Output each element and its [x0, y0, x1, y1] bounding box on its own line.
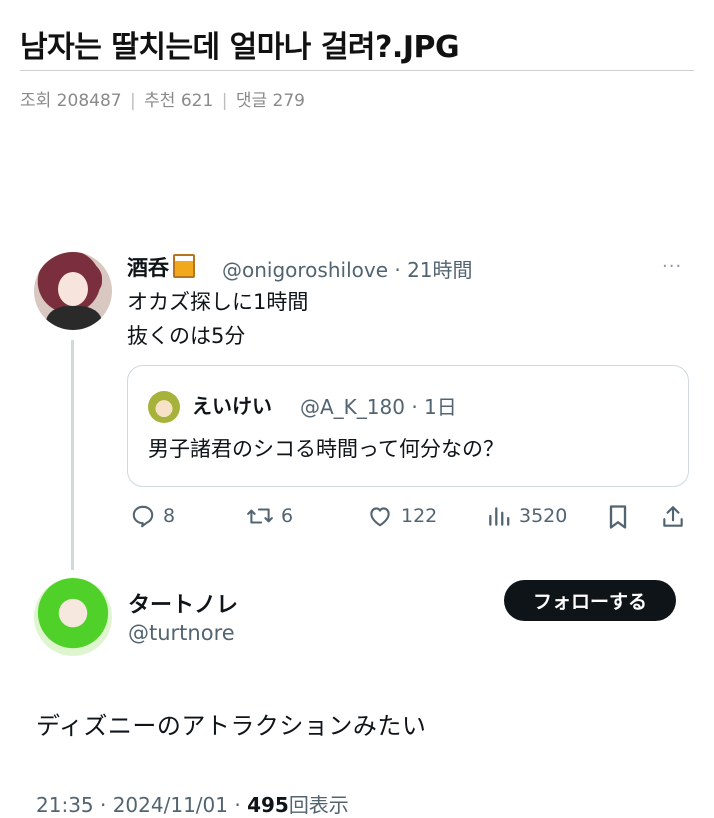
- recommend-count: 추천 621: [144, 91, 214, 111]
- share-icon: [663, 506, 683, 527]
- retweet-count: 6: [281, 505, 294, 527]
- author-name-text: 酒呑: [127, 256, 169, 280]
- tweet-text-line: 抜くのは5分: [127, 324, 246, 348]
- bookmark-button[interactable]: [606, 503, 630, 531]
- reply-count: 8: [163, 505, 176, 527]
- views-button[interactable]: 3520: [486, 503, 567, 529]
- meta-separator: |: [130, 91, 136, 111]
- reply-text: ディズニーのアトラクションみたい: [36, 712, 427, 740]
- timestamp-text: 21:35 · 2024/11/01 ·: [36, 793, 248, 817]
- retweet-button[interactable]: 6: [246, 503, 293, 529]
- reply-avatar[interactable]: [34, 578, 112, 656]
- follow-button[interactable]: フォローする: [504, 580, 676, 621]
- comment-count[interactable]: 댓글 279: [236, 91, 305, 111]
- views-count: 3520: [519, 505, 568, 527]
- like-button[interactable]: 122: [366, 503, 437, 529]
- tweet-author-name[interactable]: 酒呑: [127, 252, 195, 282]
- quote-author-handle: @A_K_180 · 1日: [300, 395, 457, 419]
- quote-author-name: えいけい: [192, 394, 272, 418]
- views-icon: [489, 507, 510, 526]
- reply-timestamp: 21:35 · 2024/11/01 · 495回表示: [36, 789, 349, 818]
- reply-button[interactable]: 8: [130, 503, 175, 529]
- quote-text: 男子諸君のシコる時間って何分なの？: [148, 437, 504, 461]
- reply-views-count: 495: [247, 793, 289, 817]
- share-button[interactable]: [660, 503, 686, 531]
- reply-views-suffix: 回表示: [288, 793, 349, 817]
- beer-icon: [173, 254, 195, 278]
- tweet-author-handle[interactable]: @onigoroshilove · 21時間: [222, 254, 473, 283]
- meta-separator: |: [221, 91, 228, 111]
- avatar-body: [46, 306, 102, 330]
- quote-avatar: [148, 391, 180, 423]
- views-count: 조회 208487: [20, 91, 122, 111]
- quoted-tweet[interactable]: えいけい @A_K_180 · 1日 男子諸君のシコる時間って何分なの？: [127, 365, 689, 487]
- tweet-text-line: オカズ探しに1時間: [127, 290, 309, 314]
- reply-icon: [132, 505, 154, 528]
- thread-line: [71, 340, 74, 570]
- reply-author-name[interactable]: タートノレ: [128, 587, 238, 619]
- more-icon[interactable]: ···: [662, 256, 682, 277]
- like-icon: [370, 507, 390, 527]
- post-meta: 조회 208487 | 추천 621 | 댓글 279: [20, 86, 305, 111]
- like-count: 122: [401, 505, 438, 527]
- bookmark-icon: [609, 505, 627, 529]
- retweet-icon: [247, 508, 273, 524]
- title-divider: [20, 70, 694, 71]
- avatar-face: [58, 272, 88, 306]
- post-title: 남자는 딸치는데 얼마나 걸려?.JPG: [20, 30, 460, 65]
- reply-author-handle[interactable]: @turtnore: [128, 621, 235, 645]
- avatar[interactable]: [34, 252, 112, 330]
